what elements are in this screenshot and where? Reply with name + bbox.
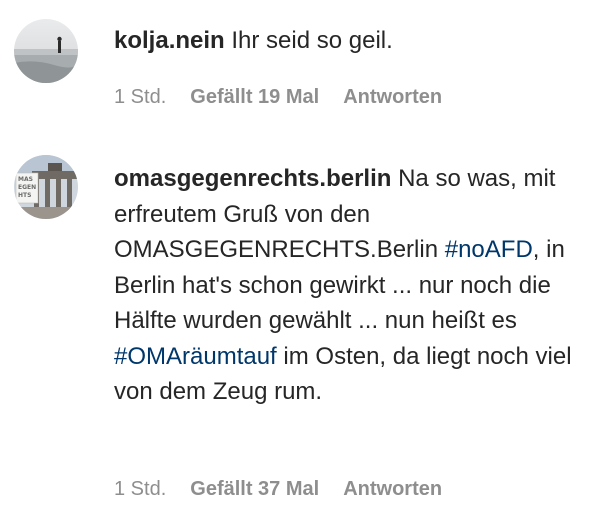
svg-text:MAS: MAS	[18, 176, 33, 183]
reply-button[interactable]: Antworten	[343, 478, 442, 500]
comment-item: kolja.nein Ihr seid so geil. 1 Std. Gefäl…	[0, 0, 592, 130]
svg-text:EGEN: EGEN	[18, 184, 36, 191]
hashtag-link[interactable]: #noAFD	[445, 236, 533, 263]
comment-body: omasgegenrechts.berlin Na so was, mit er…	[114, 161, 572, 410]
comment-username[interactable]: omasgegenrechts.berlin	[114, 165, 391, 192]
comment-meta: 1 Std. Gefällt 19 Mal Antworten	[114, 86, 442, 109]
comment-time[interactable]: 1 Std.	[114, 478, 166, 500]
hashtag-link[interactable]: #OMAräumtauf	[114, 343, 277, 370]
avatar-beach-photo	[14, 19, 78, 83]
avatar-brandenburg-gate-photo: MAS EGEN HTS	[14, 155, 78, 219]
likes-count[interactable]: Gefällt 37 Mal	[190, 478, 319, 500]
reply-button[interactable]: Antworten	[343, 86, 442, 108]
avatar[interactable]	[14, 19, 78, 83]
avatar[interactable]: MAS EGEN HTS	[14, 155, 78, 219]
comment-text: Ihr seid so geil.	[231, 27, 393, 54]
svg-text:HTS: HTS	[18, 192, 31, 199]
comment-meta: 1 Std. Gefällt 37 Mal Antworten	[114, 478, 442, 501]
comment-item: MAS EGEN HTS omasgegenrechts.berlin Na s…	[0, 140, 592, 520]
comment-time[interactable]: 1 Std.	[114, 86, 166, 108]
likes-count[interactable]: Gefällt 19 Mal	[190, 86, 319, 108]
comment-body: kolja.nein Ihr seid so geil.	[114, 23, 572, 59]
comment-username[interactable]: kolja.nein	[114, 27, 225, 54]
